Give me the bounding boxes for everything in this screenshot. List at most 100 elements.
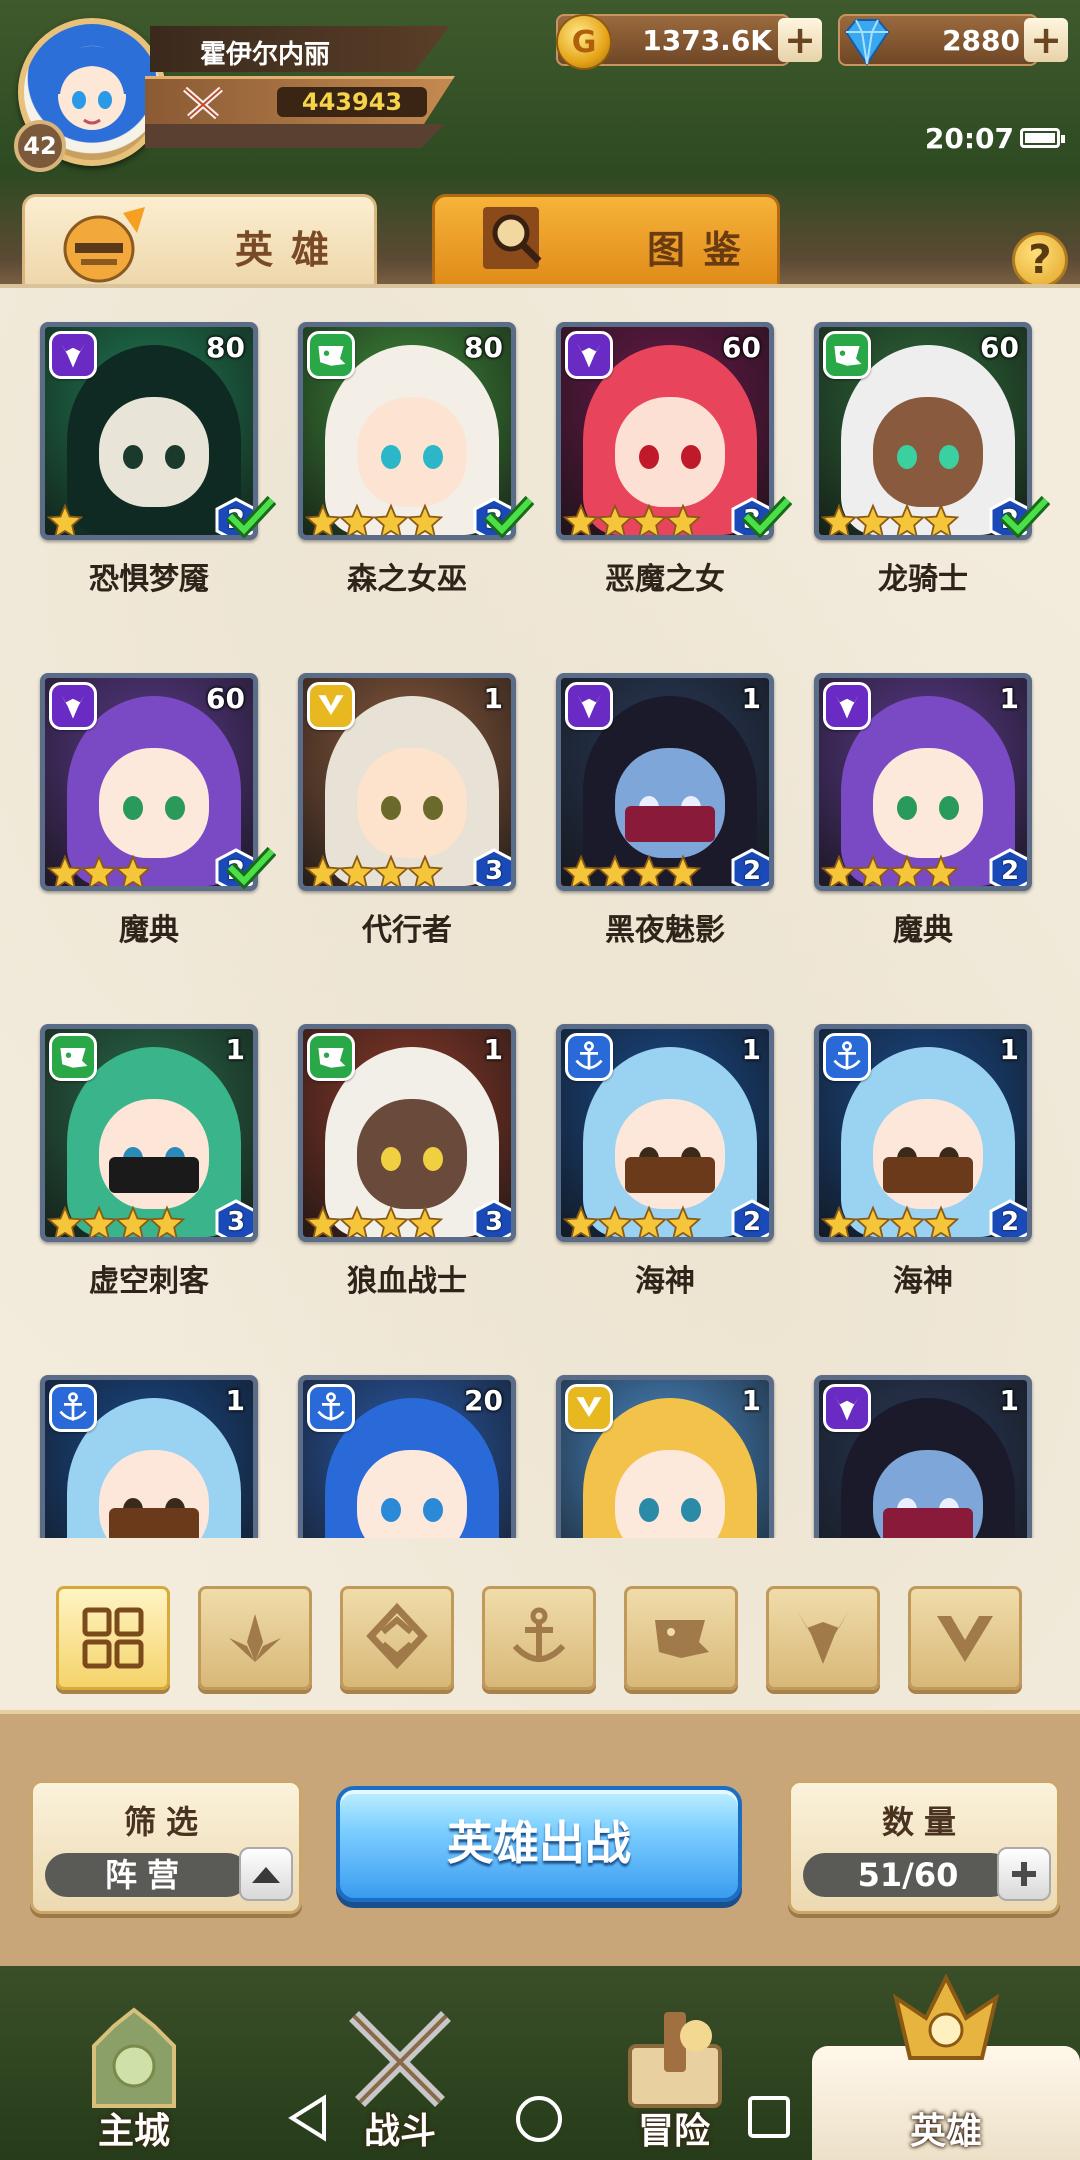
hero-portrait: 13 (298, 673, 516, 891)
star-icon (407, 854, 443, 886)
deploy-heroes-button[interactable]: 英雄出战 (336, 1786, 742, 1902)
hero-card[interactable]: 80 2 恐惧梦魇 (40, 322, 298, 632)
light-icon (937, 1616, 993, 1662)
nav-heroes[interactable]: 英雄 (812, 1973, 1080, 2160)
hero-tier-value: 2 (742, 856, 762, 886)
help-button[interactable]: ? (1012, 232, 1068, 288)
hero-card[interactable]: 1 3 代行者 (298, 673, 556, 983)
demon-faction-icon (565, 331, 613, 379)
all-icon (82, 1607, 144, 1669)
magnifier-book-icon (483, 207, 542, 269)
hero-card[interactable]: 60 3 恶魔之女 (556, 322, 814, 632)
star-icon (81, 1205, 117, 1237)
hero-eye (423, 445, 443, 469)
hero-grid[interactable]: 80 2 恐惧梦魇 80 3 森之女巫 60 3 恶魔之女 60 2 龙骑士 60 2 魔典 1 3 代行者 1 2 黑… (0, 306, 1080, 1538)
hero-card[interactable]: 1 2 黑夜魅影 (556, 673, 814, 983)
star-icon (821, 1205, 857, 1237)
hero-card[interactable]: 1 2 海神 (814, 1024, 1072, 1334)
hero-mask (625, 1157, 715, 1193)
add-gems-button[interactable]: + (1024, 18, 1068, 62)
star-icon (889, 503, 925, 535)
hero-card[interactable]: 1 3 虚空刺客 (40, 1024, 298, 1334)
home-icon[interactable] (514, 2094, 564, 2144)
hero-face (357, 748, 467, 858)
star-icon (563, 854, 599, 886)
hero-eye (639, 445, 659, 469)
hero-card[interactable]: 60 2 龙骑士 (814, 322, 1072, 632)
recents-icon[interactable] (746, 2094, 792, 2140)
star-icon (339, 1205, 375, 1237)
star-icon (665, 1205, 701, 1237)
hero-card[interactable]: 1 2 魔典 (814, 673, 1072, 983)
hero-card[interactable]: 20 (298, 1375, 556, 1538)
nav-main-city-label: 主城 (97, 2111, 170, 2152)
hero-portrait: 12 (556, 1024, 774, 1242)
hero-mask (109, 1508, 199, 1538)
back-icon[interactable] (286, 2094, 330, 2142)
filter-box[interactable]: 筛选 阵营 (30, 1780, 302, 1914)
filter-tab-demon[interactable] (766, 1586, 880, 1690)
filter-tab-all[interactable] (56, 1586, 170, 1690)
sea-faction-icon (823, 1033, 871, 1081)
combat-power-value: 443943 (277, 87, 427, 117)
hero-eye (123, 445, 143, 469)
demon-faction-icon (823, 1384, 871, 1432)
battery-icon (1020, 128, 1065, 148)
tab-heroes[interactable]: 英雄 (22, 194, 377, 290)
star-icon (407, 1205, 443, 1237)
hero-card[interactable]: 1 (814, 1375, 1072, 1538)
star-icon (47, 854, 83, 886)
hero-level: 1 (483, 1033, 503, 1066)
hero-stars (47, 1205, 185, 1237)
star-icon (889, 1205, 925, 1237)
hero-name: 魔典 (119, 913, 179, 948)
hero-card[interactable]: 80 3 森之女巫 (298, 322, 556, 632)
nav-adventure[interactable]: 冒险 (574, 2006, 774, 2160)
hero-face (615, 397, 725, 507)
hero-mask (883, 1157, 973, 1193)
hero-card[interactable]: 60 2 魔典 (40, 673, 298, 983)
hero-stars (305, 1205, 443, 1237)
hero-eye (381, 1147, 401, 1171)
add-gold-button[interactable]: + (778, 18, 822, 62)
combat-power-box: 443943 (145, 76, 455, 124)
star-icon (407, 503, 443, 535)
gold-coin-icon: G (556, 14, 612, 70)
star-icon (923, 503, 959, 535)
anchor-icon (512, 1607, 566, 1662)
hero-name: 黑夜魅影 (605, 913, 725, 948)
nav-battle[interactable]: 战斗 (300, 2006, 500, 2160)
hero-card[interactable]: 1 (40, 1375, 298, 1538)
hero-tier-badge: 3 (473, 1199, 511, 1237)
filter-toggle-button[interactable] (239, 1847, 293, 1901)
hero-level: 80 (464, 331, 503, 364)
filter-tab-beast[interactable] (624, 1586, 738, 1690)
star-icon (149, 1205, 185, 1237)
tab-codex[interactable]: 图鉴 (432, 194, 780, 290)
filter-tab-nature[interactable] (198, 1586, 312, 1690)
star-icon (597, 1205, 633, 1237)
star-icon (923, 854, 959, 886)
filter-tab-light[interactable] (908, 1586, 1022, 1690)
hero-tier-value: 2 (1000, 1207, 1020, 1237)
filter-tab-anchor[interactable] (482, 1586, 596, 1690)
hero-portrait: 12 (556, 673, 774, 891)
star-icon (855, 854, 891, 886)
star-icon (339, 854, 375, 886)
hero-tier-badge: 2 (989, 1199, 1027, 1237)
hero-eye (681, 1498, 701, 1522)
hero-card[interactable]: 1 2 海神 (556, 1024, 814, 1334)
star-icon (563, 1205, 599, 1237)
nav-main-city[interactable]: 主城 (34, 2006, 234, 2160)
hero-face (99, 748, 209, 858)
demon-faction-icon (565, 682, 613, 730)
hero-card[interactable]: 1 3 狼血战士 (298, 1024, 556, 1334)
hero-card[interactable]: 1 (556, 1375, 814, 1538)
filter-tab-element[interactable] (340, 1586, 454, 1690)
star-icon (923, 1205, 959, 1237)
castle-icon (92, 2007, 176, 2108)
expand-slots-button[interactable] (997, 1847, 1051, 1901)
exp-bar (145, 124, 445, 148)
hero-tier-value: 3 (226, 1207, 246, 1237)
star-icon (373, 854, 409, 886)
